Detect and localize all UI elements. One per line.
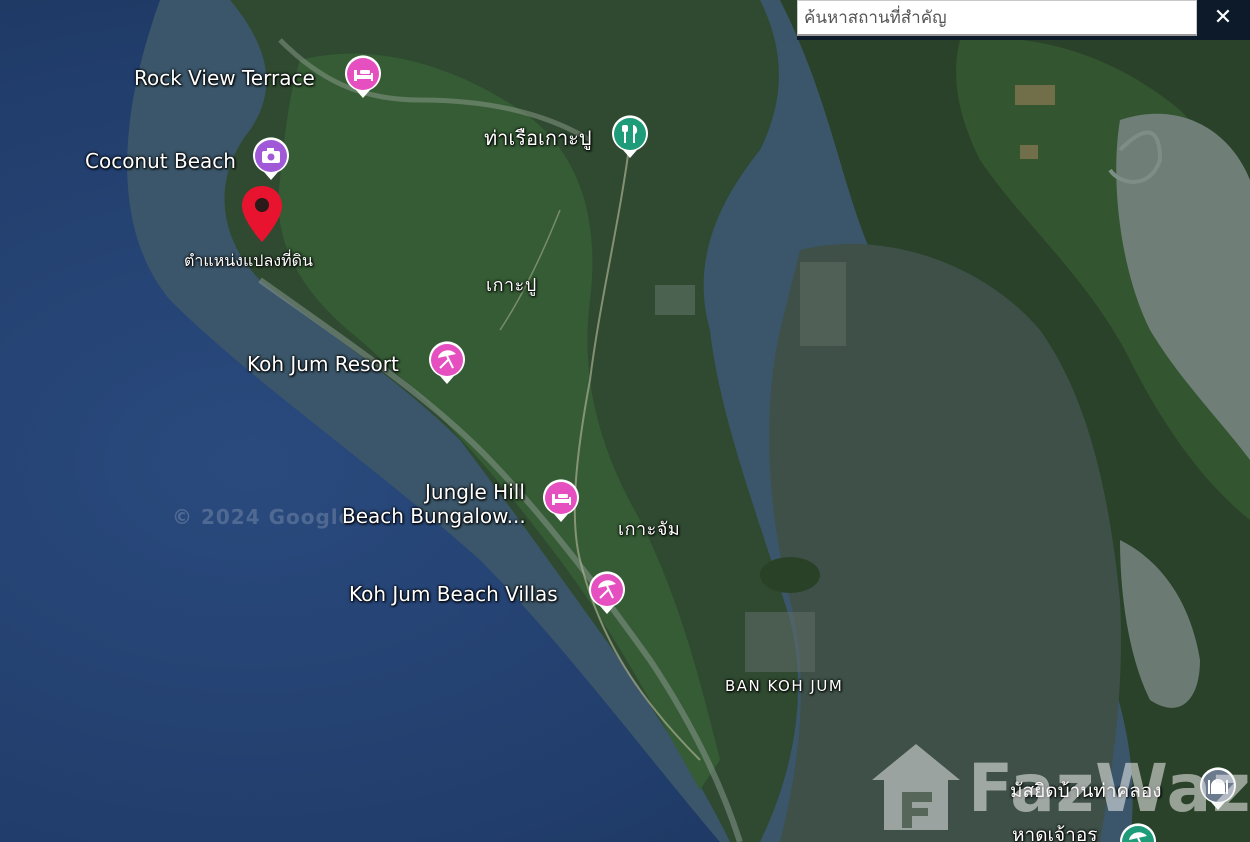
- land-plot-marker[interactable]: [240, 184, 284, 244]
- camera-icon: [253, 137, 289, 180]
- land-plot-label: ตำแหน่งแปลงที่ดิน: [184, 251, 313, 270]
- beach-icon: [589, 571, 625, 614]
- poi-rock-view-terrace[interactable]: [343, 54, 383, 100]
- poi-label-jungle-hill-line1: Jungle Hill: [425, 480, 525, 504]
- restaurant-icon: [612, 115, 648, 158]
- close-button[interactable]: ✕: [1205, 2, 1241, 34]
- area-label-koh-pu: เกาะปู: [486, 275, 537, 296]
- hotel-icon: [543, 479, 579, 522]
- poi-label-jungle-hill-line2: Beach Bungalow...: [342, 504, 526, 528]
- area-label-koh-jum: เกาะจัม: [618, 519, 681, 540]
- poi-label-koh-jum-resort: Koh Jum Resort: [247, 352, 399, 376]
- beach-icon: [429, 341, 465, 384]
- poi-label-coconut-beach: Coconut Beach: [85, 149, 236, 173]
- search-input[interactable]: [797, 0, 1197, 36]
- poi-jungle-hill-beach-bungalow[interactable]: [541, 478, 581, 524]
- search-bar: ✕: [797, 0, 1250, 40]
- satellite-map[interactable]: © 2024 Google ตำแหน่งแปลงที่ดิน Rock Vie…: [0, 0, 1250, 842]
- fazwaz-logo-icon: [872, 744, 960, 830]
- poi-koh-pu-pier[interactable]: [610, 114, 650, 160]
- fazwaz-wordmark: FazWaz: [968, 750, 1250, 827]
- map-copyright: © 2024 Google: [172, 505, 354, 529]
- poi-coconut-beach[interactable]: [251, 136, 291, 182]
- hotel-icon: [345, 55, 381, 98]
- location-pin-icon: [242, 186, 282, 242]
- poi-label-koh-pu-pier: ท่าเรือเกาะปู: [484, 126, 592, 150]
- area-label-ban-koh-jum: BAN KOH JUM: [725, 677, 844, 695]
- fazwaz-watermark: FazWaz: [868, 742, 1250, 834]
- poi-label-koh-jum-beach-villas: Koh Jum Beach Villas: [349, 582, 558, 606]
- poi-label-rock-view-terrace: Rock View Terrace: [134, 66, 315, 90]
- poi-koh-jum-beach-villas[interactable]: [587, 570, 627, 616]
- poi-koh-jum-resort[interactable]: [427, 340, 467, 386]
